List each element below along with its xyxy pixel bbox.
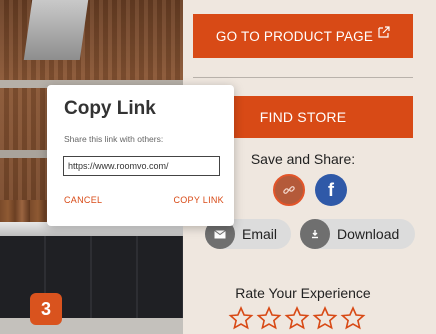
facebook-share-button[interactable]: f — [315, 174, 347, 206]
share-url-field[interactable] — [63, 156, 220, 176]
copy-link-confirm-button[interactable]: COPY LINK — [173, 195, 224, 205]
download-button[interactable]: Download — [300, 219, 415, 249]
copy-link-dialog: Copy Link Share this link with others: C… — [47, 85, 234, 226]
external-link-icon — [378, 26, 390, 38]
divider — [193, 77, 413, 78]
rate-experience-title: Rate Your Experience — [235, 285, 371, 301]
download-icon — [300, 219, 330, 249]
star-1-icon[interactable] — [228, 306, 254, 330]
star-rating — [228, 306, 366, 330]
go-to-product-label: GO TO PRODUCT PAGE — [215, 28, 374, 44]
range-hood — [23, 0, 89, 60]
star-3-icon[interactable] — [284, 306, 310, 330]
copy-link-button[interactable] — [273, 174, 305, 206]
link-icon — [283, 186, 295, 194]
floor — [0, 318, 183, 334]
go-to-product-page-button[interactable]: GO TO PRODUCT PAGE — [193, 14, 413, 58]
star-2-icon[interactable] — [256, 306, 282, 330]
facebook-icon: f — [328, 179, 334, 200]
cancel-button[interactable]: CANCEL — [64, 195, 102, 205]
dialog-subtitle: Share this link with others: — [64, 134, 164, 144]
dialog-title: Copy Link — [64, 98, 156, 119]
star-5-icon[interactable] — [340, 306, 366, 330]
download-label: Download — [337, 226, 400, 242]
step-badge: 3 — [30, 293, 62, 325]
star-4-icon[interactable] — [312, 306, 338, 330]
email-label: Email — [242, 226, 278, 242]
